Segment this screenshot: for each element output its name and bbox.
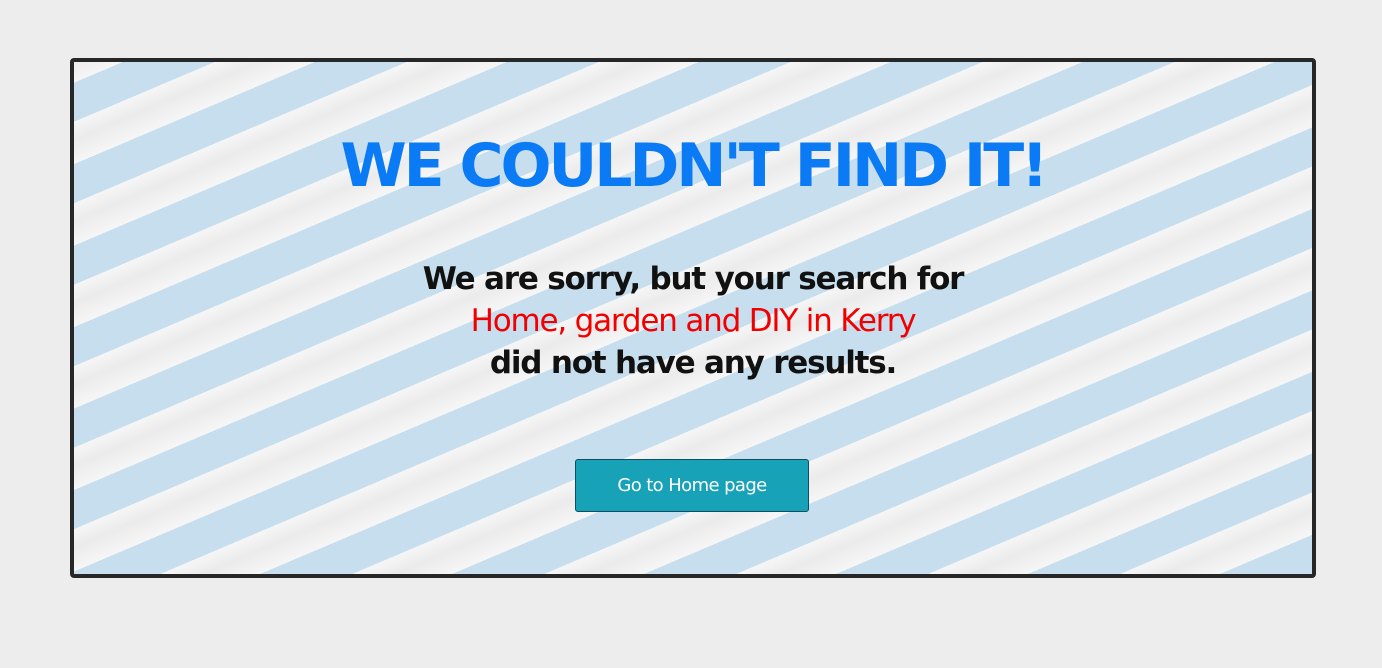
go-home-button[interactable]: Go to Home page bbox=[575, 459, 809, 512]
search-query: Home, garden and DIY in Kerry bbox=[470, 303, 917, 339]
message-intro: We are sorry, but your search for bbox=[422, 261, 965, 297]
message-outro: did not have any results. bbox=[489, 345, 897, 381]
page-title: WE COULDN'T FIND IT! bbox=[340, 131, 1048, 201]
not-found-panel: WE COULDN'T FIND IT! We are sorry, but y… bbox=[70, 58, 1316, 578]
no-results-message: We are sorry, but your search for Home, … bbox=[74, 258, 1312, 384]
